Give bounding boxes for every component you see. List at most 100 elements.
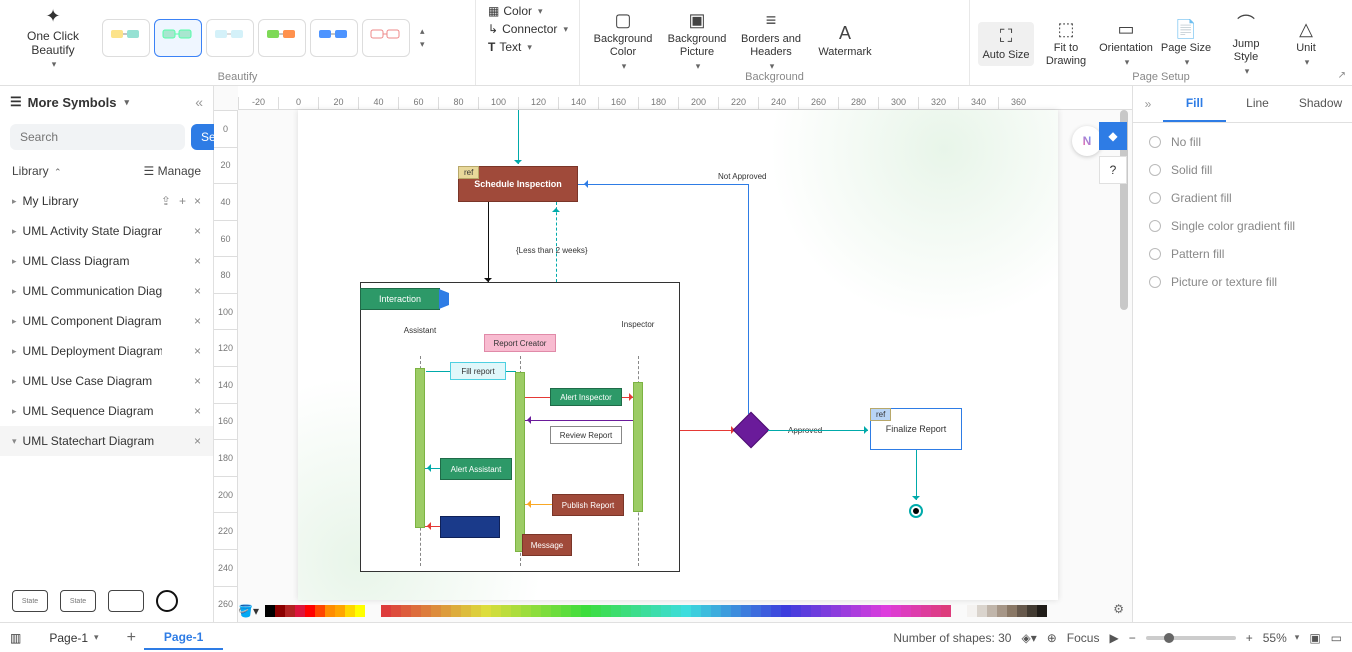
auto-size-btn[interactable]: ⛶Auto Size [978, 22, 1034, 66]
watermark-btn[interactable]: AWatermark [810, 19, 880, 63]
play-icon[interactable]: ▶ [1109, 631, 1118, 645]
zoom-in-icon[interactable]: + [1246, 631, 1253, 645]
lib-class[interactable]: ▸UML Class Diagram× [0, 246, 213, 276]
decision-diamond[interactable] [738, 417, 764, 443]
alert-inspector-box[interactable]: Alert Inspector [550, 388, 622, 406]
actor-assistant[interactable]: Assistant [410, 316, 430, 344]
blue-box[interactable] [440, 516, 500, 538]
zoom-level[interactable]: 55% ▾ [1263, 631, 1300, 645]
add-page-icon[interactable]: + [127, 629, 136, 647]
library-toggle[interactable]: Library ⌃ [12, 164, 62, 178]
export-icon[interactable]: ⇪ [161, 194, 171, 208]
theme-5[interactable] [310, 19, 358, 57]
borders-btn[interactable]: ≡Borders and Headers▾ [736, 6, 806, 76]
more-symbols-btn[interactable]: ☰More Symbols▾ [10, 94, 129, 110]
review-report-box[interactable]: Review Report [550, 426, 622, 444]
fill-gradient[interactable]: Gradient fill [1149, 191, 1336, 205]
unit-btn[interactable]: △Unit▾ [1278, 15, 1334, 72]
theme-up-icon[interactable]: ▴ [420, 26, 425, 37]
connector-tool[interactable]: ↳Connector▾ [484, 20, 571, 38]
fill-solid[interactable]: Solid fill [1149, 163, 1336, 177]
alert-assistant-box[interactable]: Alert Assistant [440, 458, 512, 480]
lib-communication[interactable]: ▸UML Communication Diagr...× [0, 276, 213, 306]
orientation-btn[interactable]: ▭Orientation▾ [1098, 15, 1154, 72]
fill-bucket-icon[interactable]: 🪣▾ [238, 604, 259, 618]
close-icon[interactable]: × [194, 284, 201, 298]
bg-color-btn[interactable]: ▢Background Color▾ [588, 6, 658, 76]
layers-icon[interactable]: ◈▾ [1021, 631, 1036, 645]
collapse-left-icon[interactable]: « [195, 94, 203, 110]
message-box[interactable]: Message [522, 534, 572, 556]
shape-final[interactable] [156, 590, 178, 612]
fit-page-icon[interactable]: ▣ [1309, 631, 1320, 645]
jump-style-btn[interactable]: ⌒Jump Style▾ [1218, 6, 1274, 81]
one-click-beautify[interactable]: ✦ One Click Beautify ▾ [8, 6, 98, 70]
color-tool[interactable]: ▦Color▾ [484, 2, 571, 20]
close-icon[interactable]: × [194, 434, 201, 448]
page-size-btn[interactable]: 📄Page Size▾ [1158, 15, 1214, 72]
fill-single-gradient[interactable]: Single color gradient fill [1149, 219, 1336, 233]
theme-3[interactable] [206, 19, 254, 57]
theme-2[interactable] [154, 19, 202, 57]
add-icon[interactable]: + [179, 194, 186, 208]
lib-component[interactable]: ▸UML Component Diagram× [0, 306, 213, 336]
color-palette[interactable]: 🪣▾ [238, 604, 1122, 618]
lib-usecase[interactable]: ▸UML Use Case Diagram× [0, 366, 213, 396]
tab-shadow[interactable]: Shadow [1289, 86, 1352, 122]
bg-picture-btn[interactable]: ▣Background Picture▾ [662, 6, 732, 76]
shape-state-2[interactable]: State [60, 590, 96, 612]
help-icon[interactable]: ? [1099, 156, 1127, 184]
close-icon[interactable]: × [194, 374, 201, 388]
pages-menu-icon[interactable]: ▥ [10, 631, 21, 645]
schedule-inspection-box[interactable]: ref Schedule Inspection [458, 166, 578, 202]
focus-btn[interactable]: Focus [1067, 631, 1100, 645]
shape-state-3[interactable] [108, 590, 144, 612]
report-creator-box[interactable]: Report Creator [484, 334, 556, 352]
lib-statechart[interactable]: ▾UML Statechart Diagram× [0, 426, 213, 456]
theme-down-icon[interactable]: ▾ [420, 39, 425, 50]
page-tab-1[interactable]: Page-1 [144, 626, 223, 650]
page-selector[interactable]: Page-1 ▾ [29, 627, 118, 649]
page-setup-launcher-icon[interactable]: ↗ [1338, 70, 1346, 81]
fill-none[interactable]: No fill [1149, 135, 1336, 149]
fill-pattern[interactable]: Pattern fill [1149, 247, 1336, 261]
lib-activity[interactable]: ▸UML Activity State Diagram× [0, 216, 213, 246]
close-icon[interactable]: × [194, 314, 201, 328]
zoom-out-icon[interactable]: − [1129, 631, 1136, 645]
manage-btn[interactable]: ☰ Manage [144, 164, 201, 178]
close-icon[interactable]: × [194, 404, 201, 418]
end-node[interactable] [909, 504, 923, 518]
text-tool[interactable]: TText▾ [484, 38, 571, 56]
search-input[interactable] [10, 124, 185, 150]
actor-inspector[interactable]: Inspector [628, 310, 648, 338]
focus-target-icon[interactable]: ⊕ [1047, 631, 1057, 645]
close-icon[interactable]: × [194, 224, 201, 238]
lib-deployment[interactable]: ▸UML Deployment Diagram× [0, 336, 213, 366]
theme-1[interactable] [102, 19, 150, 57]
shape-state-1[interactable]: State [12, 590, 48, 612]
close-icon[interactable]: × [194, 344, 201, 358]
fill-panel-icon[interactable]: ◆ [1099, 122, 1127, 150]
close-icon[interactable]: × [194, 194, 201, 208]
fit-btn[interactable]: ⬚Fit to Drawing [1038, 15, 1094, 72]
drawing-page[interactable]: ref Schedule Inspection {Less than 2 wee… [298, 110, 1058, 600]
interaction-tag[interactable]: Interaction [360, 288, 440, 310]
tab-fill[interactable]: Fill [1163, 86, 1226, 122]
theme-6[interactable] [362, 19, 410, 57]
tab-line[interactable]: Line [1226, 86, 1289, 122]
theme-4[interactable] [258, 19, 306, 57]
close-icon[interactable]: × [194, 254, 201, 268]
canvas[interactable]: -200204060801001201401601802002202402602… [214, 86, 1132, 622]
collapse-right-icon[interactable]: » [1133, 86, 1163, 122]
fill-report-box[interactable]: Fill report [450, 362, 506, 380]
settings-gear-icon[interactable]: ⚙ [1113, 602, 1124, 616]
lib-sequence[interactable]: ▸UML Sequence Diagram× [0, 396, 213, 426]
fill-picture[interactable]: Picture or texture fill [1149, 275, 1336, 289]
bgcolor-icon: ▢ [614, 10, 631, 31]
lib-my-library[interactable]: ▸My Library⇪+× [0, 186, 213, 216]
connector [556, 202, 557, 282]
publish-report-box[interactable]: Publish Report [552, 494, 624, 516]
zoom-slider[interactable] [1146, 636, 1236, 640]
fit-width-icon[interactable]: ▭ [1331, 631, 1342, 645]
finalize-report-box[interactable]: ref Finalize Report [870, 408, 962, 450]
